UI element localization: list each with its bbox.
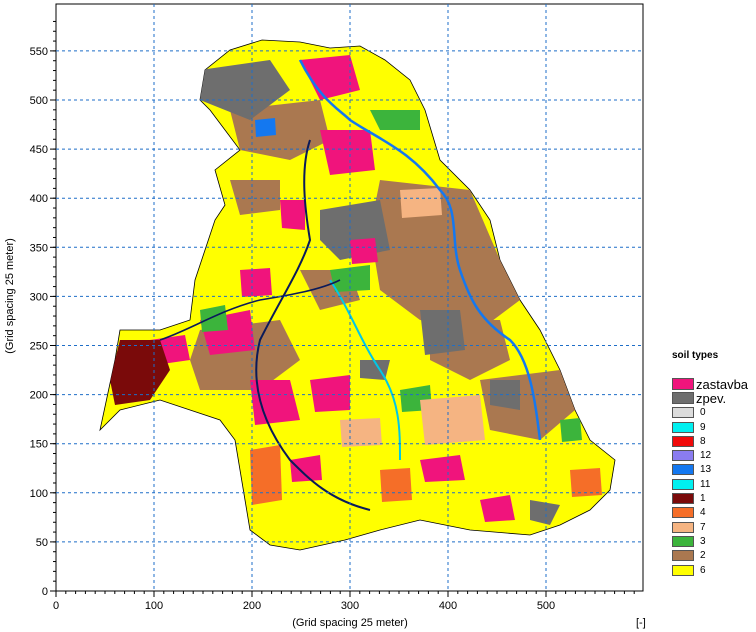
y-tick-label: 450 xyxy=(30,144,48,156)
legend-swatch xyxy=(672,378,694,391)
legend-swatch xyxy=(672,564,694,576)
legend-item: 4 xyxy=(672,506,756,520)
legend-label: 8 xyxy=(700,435,706,447)
legend-swatch xyxy=(672,535,694,547)
legend-label: 12 xyxy=(700,450,712,462)
legend-item: 11 xyxy=(672,477,756,491)
legend-item: zpev. xyxy=(672,390,756,406)
legend-title: soil types xyxy=(672,350,719,361)
legend-item: 9 xyxy=(672,420,756,434)
legend-label: zastavba xyxy=(696,376,749,392)
legend-label: 7 xyxy=(700,521,706,533)
y-axis-title: (Grid spacing 25 meter) xyxy=(4,238,16,354)
y-tick-label: 500 xyxy=(30,95,48,107)
legend-label: 4 xyxy=(700,507,706,519)
legend: soil types zastavba zpev. 0 9 8 12 13 11 1 4 7 3 2 6 xyxy=(672,350,756,577)
legend-swatch xyxy=(672,521,694,533)
y-tick-label: 200 xyxy=(30,390,48,402)
map-plot: 0 100 200 300 400 500 0 50 100 150 200 250 300 350 40… xyxy=(4,3,646,629)
x-tick-label: 200 xyxy=(243,600,261,612)
legend-item: 6 xyxy=(672,563,756,577)
legend-swatch xyxy=(672,407,694,419)
y-tick-label: 150 xyxy=(30,439,48,451)
y-tick-label: 350 xyxy=(30,242,48,254)
legend-swatch xyxy=(672,435,694,447)
legend-label: 11 xyxy=(700,478,711,490)
legend-items: zastavba zpev. 0 9 8 12 13 11 1 4 7 3 2 6 xyxy=(672,377,756,577)
legend-item: 12 xyxy=(672,448,756,462)
legend-swatch xyxy=(672,493,694,505)
x-axis-title: (Grid spacing 25 meter) xyxy=(292,617,408,629)
legend-swatch xyxy=(672,464,694,476)
legend-label: 3 xyxy=(700,535,706,547)
legend-swatch xyxy=(672,421,694,433)
legend-swatch xyxy=(672,550,694,562)
legend-item: 1 xyxy=(672,491,756,505)
legend-label: 0 xyxy=(700,407,706,419)
x-tick-label: 100 xyxy=(145,600,163,612)
legend-item: zastavba xyxy=(672,376,756,392)
legend-swatch xyxy=(672,392,694,405)
y-tick-label: 250 xyxy=(30,341,48,353)
legend-item: 7 xyxy=(672,520,756,534)
y-tick-label: 300 xyxy=(30,291,48,303)
x-tick-label: 0 xyxy=(53,600,59,612)
legend-label: 13 xyxy=(700,464,712,476)
y-tick-label: 400 xyxy=(30,193,48,205)
legend-swatch xyxy=(672,450,694,462)
legend-item: 8 xyxy=(672,434,756,448)
y-tick-label: 0 xyxy=(42,586,48,598)
legend-swatch xyxy=(672,478,694,490)
legend-item: 13 xyxy=(672,463,756,477)
legend-label: 2 xyxy=(700,550,706,562)
legend-item: 2 xyxy=(672,549,756,563)
legend-item: 0 xyxy=(672,406,756,420)
x-tick-label: 300 xyxy=(341,600,359,612)
legend-label: 1 xyxy=(700,493,706,505)
y-tick-label: 50 xyxy=(36,537,48,549)
y-tick-label: 550 xyxy=(30,46,48,58)
legend-label: 6 xyxy=(700,564,706,576)
x-axis-ticks: 0 100 200 300 400 500 xyxy=(53,591,635,612)
x-tick-label: 500 xyxy=(537,600,555,612)
y-tick-label: 100 xyxy=(30,488,48,500)
x-tick-label: 400 xyxy=(439,600,457,612)
legend-item: 3 xyxy=(672,534,756,548)
legend-label: 9 xyxy=(700,421,706,433)
legend-swatch xyxy=(672,507,694,519)
y-axis-ticks: 0 50 100 150 200 250 300 350 400 450 500 550 xyxy=(30,20,56,598)
legend-label: zpev. xyxy=(696,390,727,406)
x-axis-unit: [-] xyxy=(636,617,646,629)
